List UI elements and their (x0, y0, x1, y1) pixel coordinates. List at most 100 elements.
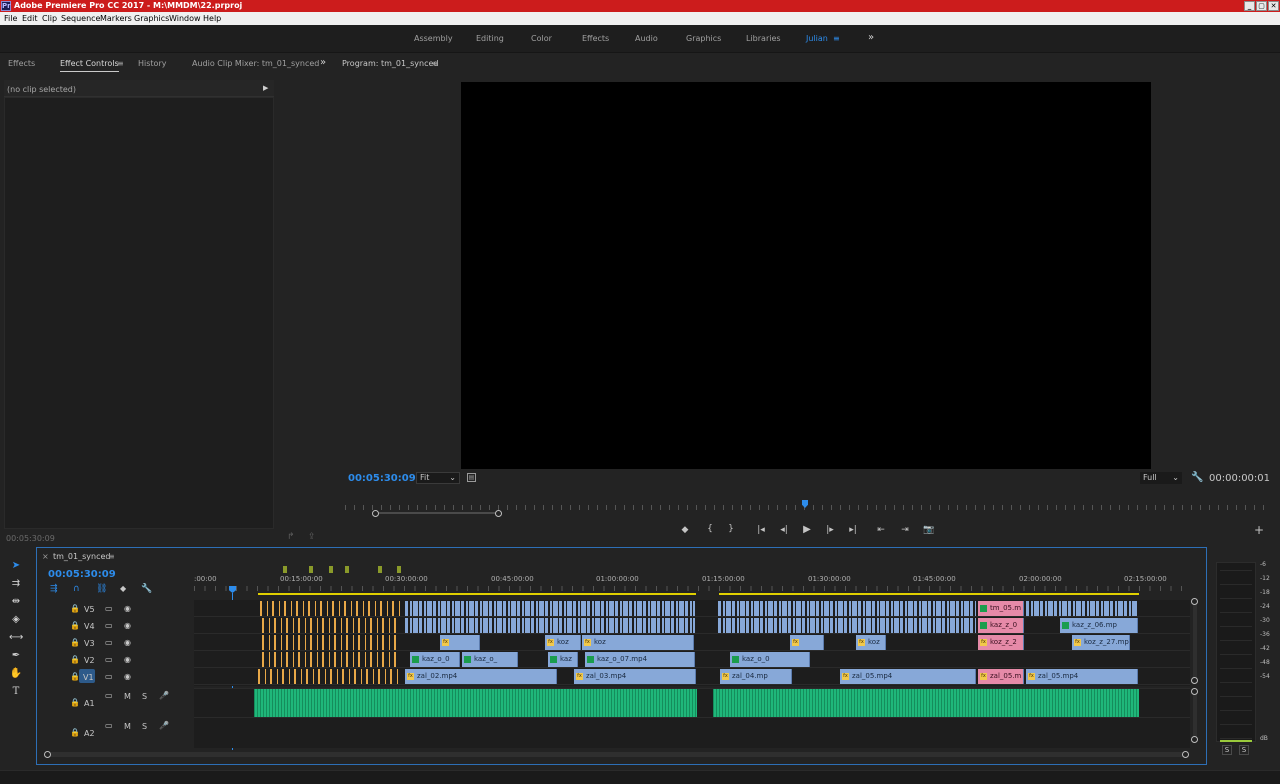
audio-clip-a1-1[interactable] (254, 689, 697, 717)
meter-solo-left-button[interactable]: S (1222, 745, 1232, 755)
step-forward-icon[interactable]: |▸ (823, 525, 837, 535)
zoom-select[interactable]: Fit ⌄ (416, 472, 460, 484)
scrollbar-handle-right[interactable] (495, 510, 502, 517)
sequence-marker[interactable] (378, 566, 382, 573)
timeline-settings-wrench-icon[interactable]: 🔧 (141, 584, 152, 594)
monitor-zoom-scrollbar[interactable] (372, 512, 502, 514)
clip-v3-fx[interactable]: fx (440, 635, 480, 650)
program-monitor-title[interactable]: Program: tm_01_synced (342, 54, 438, 74)
export-icon[interactable]: ↱ (287, 532, 295, 542)
scrollbar-handle-left[interactable] (44, 751, 51, 758)
clip-koz-z-27[interactable]: fx koz_z_27.mp (1072, 635, 1130, 650)
clip-kaz[interactable]: kaz (548, 652, 578, 667)
track-eye-icon[interactable]: ◉ (124, 604, 131, 613)
workspace-effects[interactable]: Effects (582, 34, 609, 43)
type-tool-icon[interactable]: T (9, 685, 23, 699)
clip-kaz-o-0b[interactable]: kaz_o_0 (730, 652, 810, 667)
solo-button[interactable]: S (142, 722, 147, 731)
clip-zal-05-a[interactable]: fx zal_05.mp4 (840, 669, 976, 684)
sequence-marker[interactable] (283, 566, 287, 573)
minimize-button[interactable]: _ (1244, 1, 1255, 11)
extract-icon[interactable]: ⇥ (898, 525, 912, 535)
clip-tm-05[interactable]: tm_05.m (978, 601, 1024, 616)
clip-koz-z-2[interactable]: fx koz_z_2 (978, 635, 1024, 650)
clip-koz-2[interactable]: fx (790, 635, 824, 650)
workspace-assembly[interactable]: Assembly (414, 34, 453, 43)
clip-strip-v5-early[interactable] (260, 601, 400, 616)
mute-button[interactable]: M (124, 722, 131, 731)
share-icon[interactable]: ⇪ (308, 532, 316, 542)
pen-tool-icon[interactable]: ✒ (9, 649, 23, 663)
clip-zal-04[interactable]: fx zal_04.mp (720, 669, 792, 684)
clip-kaz-o-07[interactable]: kaz_o_07.mp4 (585, 652, 695, 667)
clip-zal-02[interactable]: fx zal_02.mp4 (405, 669, 557, 684)
track-sync-icon[interactable]: ▭ (105, 604, 113, 613)
close-sequence-icon[interactable]: × (42, 552, 49, 561)
tab-effect-controls-menu-icon[interactable]: ≡ (117, 54, 124, 74)
tab-audio-clip-mixer[interactable]: Audio Clip Mixer: tm_01_synced (192, 54, 319, 74)
razor-tool-icon[interactable]: ◈ (9, 613, 23, 627)
timeline-timecode[interactable]: 00:05:30:09 (48, 569, 116, 580)
track-sync-icon[interactable]: ▭ (105, 655, 113, 664)
menu-window[interactable]: Window (169, 12, 201, 25)
clip-zal-05-c[interactable]: fx zal_05.mp4 (1026, 669, 1138, 684)
menu-edit[interactable]: Edit (22, 12, 38, 25)
clip-kaz-z-0[interactable]: kaz_z_0 (978, 618, 1024, 633)
maximize-button[interactable]: ▢ (1256, 1, 1267, 11)
left-panel-overflow-icon[interactable]: » (320, 53, 326, 73)
clip-strip-v5-end[interactable] (1026, 601, 1138, 616)
clip-kaz-o[interactable]: kaz_o_ (462, 652, 518, 667)
track-eye-icon[interactable]: ◉ (124, 672, 131, 681)
add-marker-icon[interactable]: ◆ (679, 525, 691, 535)
track-v4[interactable]: V4 (84, 622, 95, 631)
menu-sequence[interactable]: Sequence (61, 12, 100, 25)
video-vertical-scrollbar[interactable] (1193, 600, 1197, 682)
scrollbar-handle[interactable] (1191, 598, 1198, 605)
track-lock-icon[interactable]: 🔒 (70, 655, 80, 664)
track-v5[interactable]: V5 (84, 605, 95, 614)
track-a2[interactable]: A2 (84, 729, 95, 738)
clip-strip-v5[interactable] (405, 601, 695, 616)
slip-tool-icon[interactable]: ⟷ (9, 631, 23, 645)
program-video-frame[interactable] (461, 82, 1151, 469)
resolution-select[interactable]: Full ⌄ (1140, 472, 1182, 484)
mark-out-button[interactable]: } (725, 524, 737, 534)
clip-koz-1[interactable]: fx koz (545, 635, 581, 650)
workspace-menu-icon[interactable]: ≡ (833, 34, 840, 43)
clip-strip-v1-early[interactable] (258, 669, 398, 684)
track-lock-icon[interactable]: 🔒 (70, 698, 80, 707)
snap-magnet-icon[interactable]: ∩ (73, 584, 80, 594)
button-editor-add-icon[interactable]: + (1253, 523, 1265, 537)
sequence-marker[interactable] (397, 566, 401, 573)
track-sync-icon[interactable]: ▭ (105, 721, 113, 730)
workspace-libraries[interactable]: Libraries (746, 34, 781, 43)
workspace-audio[interactable]: Audio (635, 34, 658, 43)
sequence-marker[interactable] (309, 566, 313, 573)
menu-file[interactable]: File (4, 12, 17, 25)
menu-graphics[interactable]: Graphics (134, 12, 169, 25)
work-area-bar-2[interactable] (719, 593, 1139, 595)
wrench-icon[interactable]: 🔧 (1191, 472, 1203, 483)
sequence-tab[interactable]: tm_01_synced (53, 552, 110, 561)
program-monitor-menu-icon[interactable]: ≡ (432, 54, 439, 74)
scrollbar-handle[interactable] (1191, 677, 1198, 684)
mute-button[interactable]: M (124, 692, 131, 701)
sequence-marker[interactable] (329, 566, 333, 573)
scrollbar-handle-left[interactable] (372, 510, 379, 517)
track-v3[interactable]: V3 (84, 639, 95, 648)
clip-zal-03[interactable]: fx zal_03.mp4 (574, 669, 696, 684)
nest-toggle-icon[interactable]: ⇶ (50, 584, 58, 594)
track-a1[interactable]: A1 (84, 699, 95, 708)
ripple-edit-tool-icon[interactable]: ⇹ (9, 595, 23, 609)
track-lock-icon[interactable]: 🔒 (70, 604, 80, 613)
track-lock-icon[interactable]: 🔒 (70, 621, 80, 630)
timeline-ruler-ticks[interactable] (194, 586, 1190, 591)
play-icon[interactable]: ▶ (800, 524, 814, 535)
selection-tool-icon[interactable]: ➤ (9, 559, 23, 573)
meter-solo-right-button[interactable]: S (1239, 745, 1249, 755)
workspaces-overflow-icon[interactable]: » (868, 32, 874, 43)
track-select-tool-icon[interactable]: ⇉ (9, 577, 23, 591)
work-area-bar[interactable] (258, 593, 696, 595)
scrollbar-handle-right[interactable] (1182, 751, 1189, 758)
clip-strip-v2-early[interactable] (262, 652, 400, 667)
